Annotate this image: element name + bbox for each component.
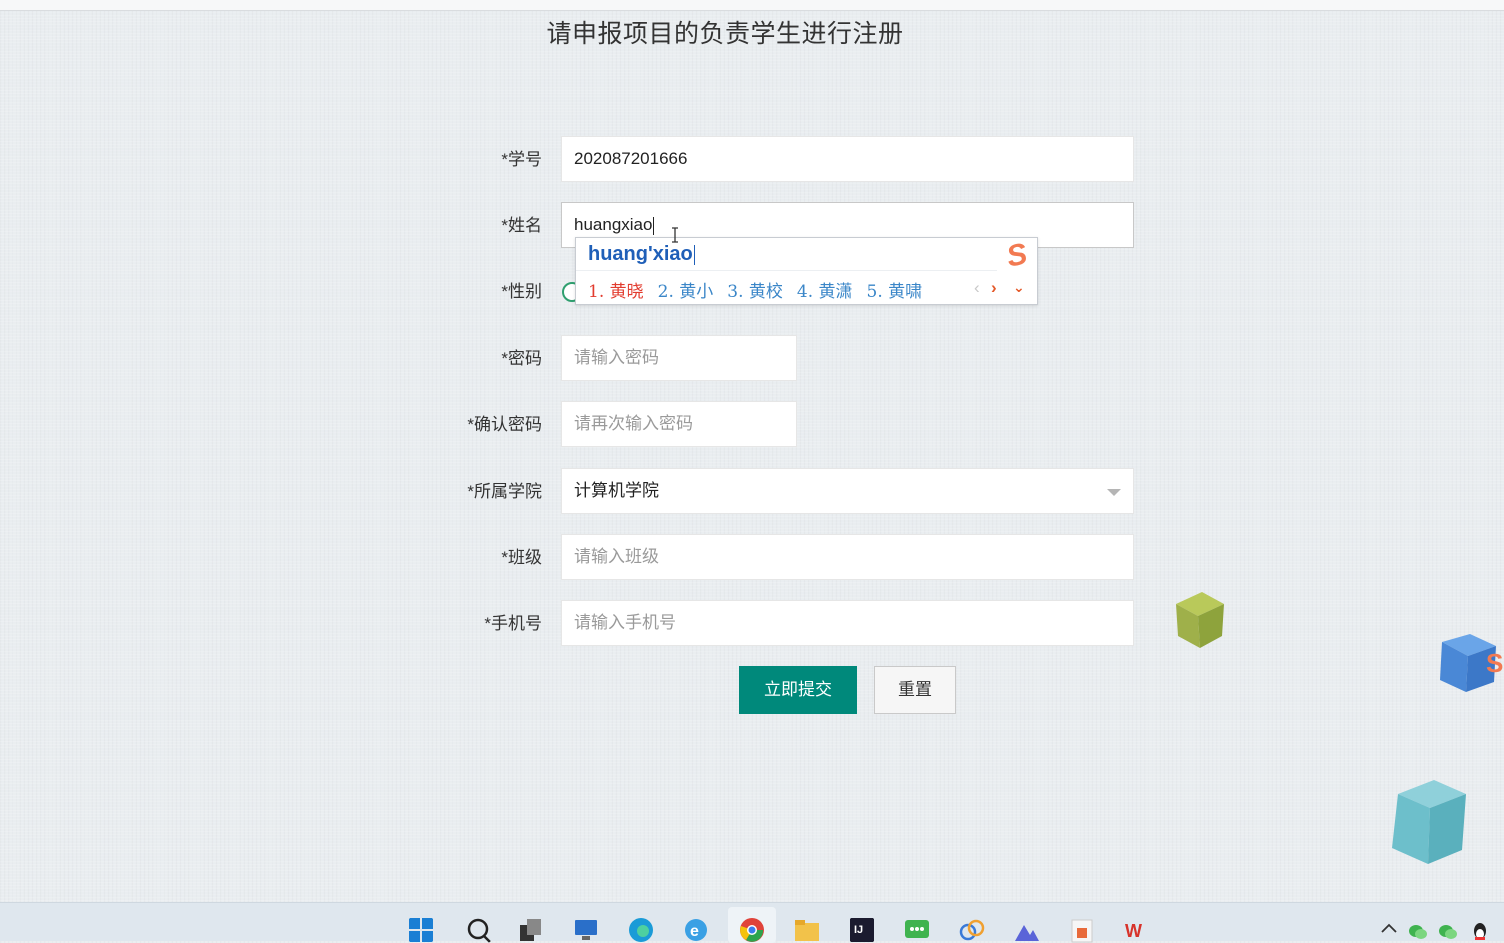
ime-prev-page-icon[interactable]: ‹ (974, 278, 980, 298)
windows-start-icon[interactable] (408, 917, 434, 943)
dropdown-arrow-icon (1107, 489, 1121, 496)
ime-caret (693, 244, 695, 265)
form-row-class: *班级 请输入班级 (0, 534, 1504, 582)
ime-candidate-list: 1. 黄晓 2. 黄小 3. 黄校 4. 黄潇 5. 黄啸 (588, 277, 936, 302)
ime-pinyin-text: huang'xiao (588, 243, 693, 265)
ibeam-cursor-icon (672, 227, 678, 243)
decorative-cube-green (1176, 592, 1224, 648)
wechat-icon[interactable] (1408, 923, 1428, 941)
ime-candidate-1[interactable]: 1. 黄晓 (588, 282, 644, 302)
form-row-student-id: *学号 202087201666 (0, 136, 1504, 184)
edge-icon[interactable] (628, 917, 654, 943)
submit-button[interactable]: 立即提交 (739, 666, 857, 714)
ime-candidate-window: huang'xiao S 1. 黄晓 2. 黄小 3. 黄校 4. 黄潇 5. 黄啸 ‹… (575, 237, 1038, 305)
form-row-confirm-password: *确认密码 请再次输入密码 (0, 401, 1504, 449)
form-row-college: *所属学院 计算机学院 (0, 468, 1504, 516)
ime-candidate-5[interactable]: 5. 黄啸 (867, 282, 923, 302)
student-id-input[interactable]: 202087201666 (561, 136, 1134, 182)
intellij-icon[interactable]: IJ (849, 917, 875, 943)
file-explorer-icon[interactable] (794, 917, 820, 943)
svg-text:S: S (1486, 648, 1503, 678)
svg-text:W: W (1125, 921, 1142, 941)
name-input-value: huangxiao (574, 215, 653, 234)
decorative-cube-blue: S (1440, 634, 1503, 692)
app-icon[interactable] (959, 917, 985, 943)
phone-input[interactable]: 请输入手机号 (561, 600, 1134, 646)
powerpoint-icon[interactable] (1069, 917, 1095, 943)
reset-button[interactable]: 重置 (874, 666, 956, 714)
text-caret (653, 216, 655, 235)
remote-desktop-icon[interactable] (573, 917, 599, 943)
chevron-up-icon[interactable] (1380, 921, 1398, 935)
photos-icon[interactable] (1014, 917, 1040, 943)
confirm-password-input[interactable]: 请再次输入密码 (561, 401, 797, 447)
password-input[interactable]: 请输入密码 (561, 335, 797, 381)
form-row-phone: *手机号 请输入手机号 (0, 600, 1504, 648)
ime-divider (576, 270, 997, 271)
top-border (0, 0, 1504, 11)
ime-pinyin-composition: huang'xiao (588, 243, 695, 266)
sogou-logo-icon: S (1003, 237, 1031, 274)
ie-icon[interactable]: e (683, 917, 709, 943)
taskbar: e IJ W (0, 902, 1504, 943)
class-label: *班级 (501, 548, 542, 567)
college-select-value: 计算机学院 (574, 481, 659, 500)
svg-text:e: e (690, 923, 699, 940)
ime-expand-icon[interactable]: ⌄ (1013, 279, 1025, 296)
college-select[interactable]: 计算机学院 (561, 468, 1134, 514)
class-input[interactable]: 请输入班级 (561, 534, 1134, 580)
name-label: *姓名 (501, 216, 542, 235)
student-id-label: *学号 (501, 150, 542, 169)
decorative-cube-teal (1392, 780, 1466, 864)
ime-candidate-4[interactable]: 4. 黄潇 (797, 282, 853, 302)
gender-label: *性别 (501, 282, 542, 301)
chrome-icon[interactable] (739, 917, 765, 943)
wechat-icon-2[interactable] (1438, 923, 1458, 941)
task-view-icon[interactable] (518, 917, 544, 943)
svg-text:IJ: IJ (854, 924, 863, 936)
search-icon[interactable] (466, 917, 492, 943)
wps-icon[interactable]: W (1124, 917, 1150, 943)
confirm-password-label: *确认密码 (467, 415, 542, 434)
wechat-work-icon[interactable] (904, 917, 930, 943)
ime-next-page-icon[interactable]: › (991, 278, 997, 298)
form-row-password: *密码 请输入密码 (0, 335, 1504, 383)
page-title: 请申报项目的负责学生进行注册 (546, 20, 904, 48)
ime-candidate-2[interactable]: 2. 黄小 (658, 282, 714, 302)
qq-icon[interactable] (1470, 922, 1490, 942)
college-label: *所属学院 (467, 482, 542, 501)
phone-label: *手机号 (484, 614, 542, 633)
password-label: *密码 (501, 349, 542, 368)
ime-candidate-3[interactable]: 3. 黄校 (727, 282, 783, 302)
